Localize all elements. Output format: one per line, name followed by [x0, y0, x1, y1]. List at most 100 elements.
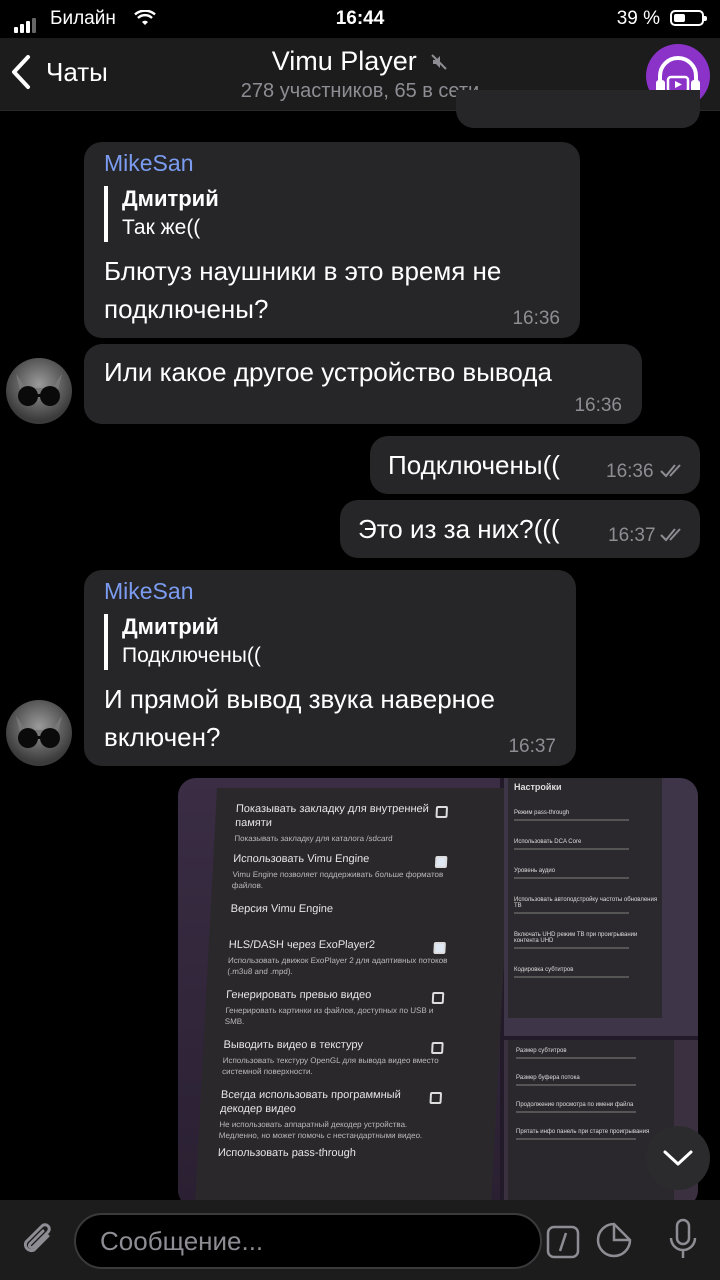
avatar[interactable]: [6, 358, 72, 424]
settings-row: HLS/DASH через ExoPlayer2 Использовать дв…: [227, 938, 449, 977]
settings-item-description: [514, 912, 630, 914]
settings-row: Выводить видео в текстуру Использовать те…: [222, 1038, 444, 1077]
settings-item: Кодировка субтитров: [514, 967, 658, 978]
message-bubble[interactable]: Или какое другое устройство вывода 16:36: [84, 344, 642, 424]
settings-row: Генерировать превью видео Генерировать ка…: [224, 988, 446, 1027]
settings-item: Размер буфера потока: [516, 1075, 666, 1086]
message-input-field[interactable]: [74, 1213, 580, 1269]
settings-item-description: [514, 819, 630, 821]
settings-item: Размер субтитров: [516, 1048, 666, 1059]
settings-item: Использовать DCA Core: [514, 839, 658, 850]
message-text-line: подключены?: [104, 294, 269, 324]
checkbox-unchecked: [430, 1042, 444, 1054]
settings-row: Использовать pass-through: [218, 1146, 439, 1160]
message-text-line: включен?: [104, 722, 221, 752]
cat-sunglasses-avatar: [16, 716, 62, 748]
microphone-icon[interactable]: [668, 1218, 698, 1262]
battery-percent: 39 %: [616, 8, 660, 29]
settings-row-title: Использовать pass-through: [217, 1147, 357, 1159]
settings-row-title: Всегда использовать программный декодер …: [219, 1089, 402, 1115]
settings-row: Показывать закладку для внутренней памят…: [234, 802, 456, 844]
avatar[interactable]: [6, 700, 72, 766]
settings-row-title: Версия Vimu Engine: [230, 903, 334, 915]
photo-album[interactable]: Показывать закладку для внутренней памят…: [178, 778, 698, 1208]
settings-item-description: [516, 1138, 636, 1140]
sender-name[interactable]: MikeSan: [104, 578, 193, 605]
settings-photo-right-top[interactable]: Настройки Режим pass-through Использовать…: [504, 778, 698, 1036]
double-check-icon: [660, 528, 681, 542]
settings-item: Продолжение просмотра по имени файла: [516, 1102, 666, 1113]
settings-item: Прятать инфо панель при старте проигрыва…: [516, 1129, 666, 1140]
status-bar: Билайн 16:44 39 %: [0, 0, 720, 38]
battery-icon: [670, 10, 707, 26]
message-time: 16:36: [574, 395, 622, 416]
reply-text: Подключены((: [122, 644, 261, 667]
settings-row-title: Использовать Vimu Engine: [232, 853, 370, 865]
settings-item-description: [516, 1084, 636, 1086]
message-bubble[interactable]: MikeSan Дмитрий Подключены(( И прямой вы…: [84, 570, 576, 766]
settings-header: Настройки: [514, 782, 562, 792]
reply-quote[interactable]: Дмитрий Так же((: [104, 186, 219, 242]
tv-screen: Настройки Режим pass-through Использовать…: [508, 778, 662, 1018]
settings-row-title: HLS/DASH через ExoPlayer2: [228, 939, 376, 951]
settings-row-title: Выводить видео в текстуру: [223, 1039, 364, 1051]
sender-name[interactable]: MikeSan: [104, 150, 193, 177]
message-time: 16:36: [512, 308, 560, 329]
message-time: 16:36: [606, 461, 654, 482]
reply-quote[interactable]: Дмитрий Подключены((: [104, 614, 261, 670]
settings-item-description: [516, 1057, 636, 1059]
checkbox-unchecked: [429, 1092, 443, 1104]
message-text-line: И прямой вывод звука наверное: [104, 684, 495, 714]
settings-row-description: Показывать закладку для каталога /sdcard: [234, 834, 393, 843]
settings-row-description: Использовать движок ExoPlayer 2 для адап…: [227, 956, 448, 976]
cat-sunglasses-avatar: [16, 374, 62, 406]
settings-row-title: Генерировать превью видео: [225, 989, 372, 1001]
checkbox-unchecked: [435, 806, 449, 818]
checkbox-checked: [434, 856, 447, 868]
message-input[interactable]: [98, 1215, 502, 1267]
settings-item-description: [514, 947, 630, 949]
scroll-down-button[interactable]: [646, 1126, 710, 1190]
reply-author: Дмитрий: [122, 186, 219, 211]
message-text: Подключены((: [388, 450, 560, 480]
chat-title-text: Vimu Player: [271, 46, 417, 76]
settings-item-description: [514, 877, 630, 879]
reply-author: Дмитрий: [122, 614, 219, 639]
double-check-icon: [660, 464, 681, 478]
settings-row-description: Не использовать аппаратный декодер устро…: [218, 1120, 423, 1140]
settings-item: Уровень аудио: [514, 868, 658, 879]
settings-row-description: Vimu Engine позволяет поддерживать больш…: [231, 870, 444, 890]
outgoing-message-bubble[interactable]: Это из за них?((( 16:37: [340, 500, 700, 558]
message-text: Или какое другое устройство вывода: [104, 357, 552, 387]
settings-item: Использовать автоподстройку частоты обно…: [514, 897, 658, 914]
settings-item-description: [514, 848, 630, 850]
message-time: 16:37: [508, 736, 556, 757]
settings-item-description: [516, 1111, 636, 1113]
tv-screen: Показывать закладку для внутренней памят…: [194, 788, 514, 1208]
checkbox-unchecked: [431, 992, 445, 1004]
settings-photo-left[interactable]: Показывать закладку для внутренней памят…: [178, 778, 514, 1208]
settings-item: Режим pass-through: [514, 810, 658, 821]
checkbox-checked: [432, 942, 446, 954]
settings-row: Использовать Vimu Engine Vimu Engine позв…: [232, 852, 454, 891]
settings-item: Включать UHD режим ТВ при проигрывании к…: [514, 932, 658, 949]
outgoing-message-bubble[interactable]: Подключены(( 16:36: [370, 436, 700, 494]
reply-text: Так же((: [122, 216, 201, 239]
message-input-bar: [0, 1200, 720, 1280]
tv-screen: Размер субтитров Размер буфера потока Прод…: [508, 1040, 674, 1208]
message-text-line: Блютуз наушники в это время не: [104, 256, 502, 286]
settings-row: Всегда использовать программный декодер …: [218, 1088, 443, 1141]
message-bubble[interactable]: MikeSan Дмитрий Так же(( Блютуз наушники…: [84, 142, 580, 338]
sticker-icon[interactable]: [596, 1222, 632, 1258]
chevron-down-icon: [663, 1150, 693, 1166]
chat-title[interactable]: Vimu Player: [0, 46, 720, 77]
settings-row-title: Показывать закладку для внутренней памят…: [234, 803, 430, 829]
muted-icon: [431, 54, 447, 70]
settings-row-description: Генерировать картинки из файлов, доступн…: [224, 1006, 434, 1026]
message-time: 16:37: [608, 525, 656, 546]
settings-row: Версия Vimu Engine: [230, 902, 451, 916]
message-bubble-clipped: [456, 90, 700, 128]
attach-icon[interactable]: [18, 1218, 58, 1262]
settings-item-description: [514, 976, 630, 978]
commands-icon[interactable]: [546, 1225, 580, 1259]
